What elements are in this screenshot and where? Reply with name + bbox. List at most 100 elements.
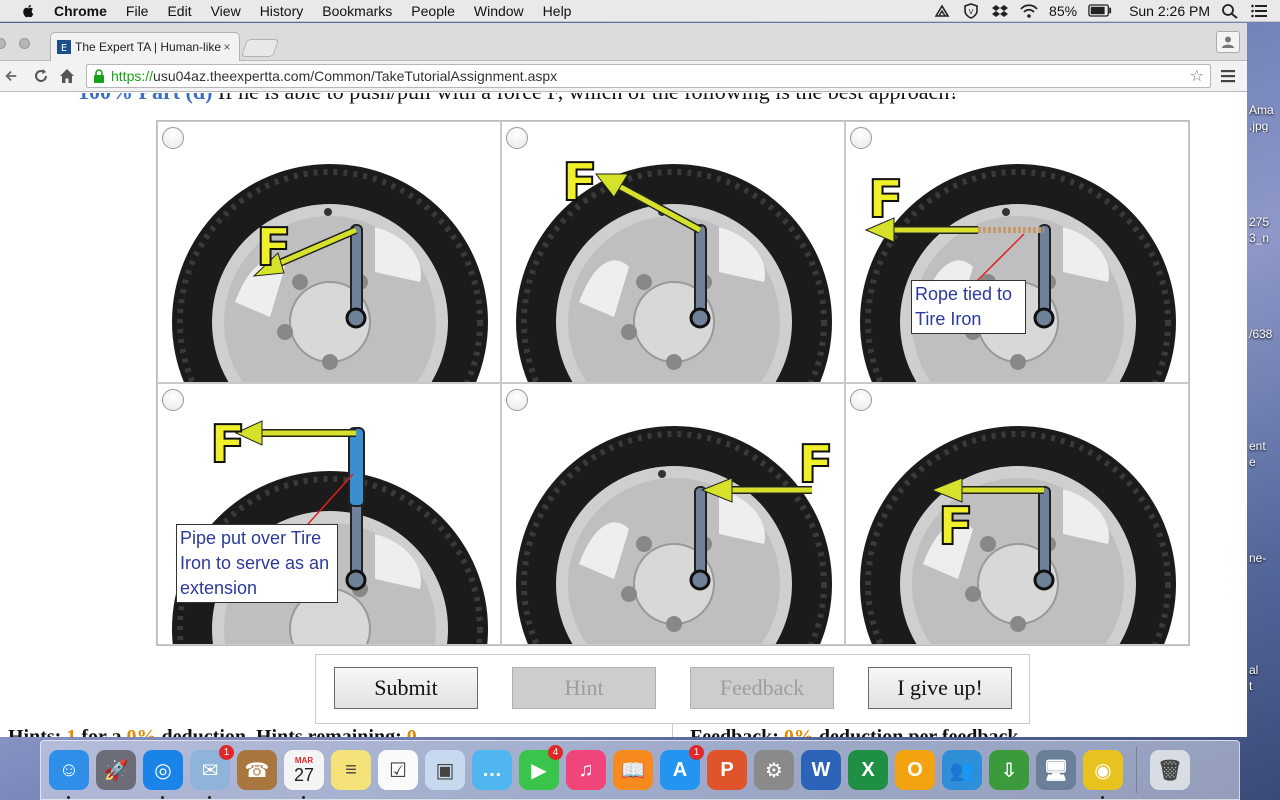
- dock-remote-desktop-icon[interactable]: 🖥: [1036, 750, 1076, 790]
- menu-view[interactable]: View: [211, 3, 241, 19]
- tab-close-icon[interactable]: ×: [221, 40, 233, 54]
- answer-radio-6[interactable]: [850, 389, 872, 411]
- answer-radio-4[interactable]: [162, 389, 184, 411]
- browser-toolbar: https://usu04az.theexpertta.com/Common/T…: [0, 61, 1247, 92]
- facetime-glyph: ▶: [531, 759, 547, 782]
- answer-radio-3[interactable]: [850, 127, 872, 149]
- dock-app-store-icon[interactable]: A1: [660, 745, 704, 790]
- expertta-favicon-icon: E: [57, 40, 71, 54]
- dock-system-preferences-icon[interactable]: ⚙: [754, 750, 794, 790]
- back-button[interactable]: [0, 65, 22, 87]
- answer-radio-1[interactable]: [162, 127, 184, 149]
- dock: ☺ 🚀 ◎ ✉ 1 ☎ MAR 27 ≡ ☑ ▣… ▶ 4 ♫ 📖 A 1 P ⚙ W X O 👥 ⇩ 🖥 ◉ 🗑: [40, 740, 1240, 800]
- desktop-file-label[interactable]: .jpg: [1249, 119, 1280, 133]
- dock-outlook-icon[interactable]: O: [895, 750, 935, 790]
- dock-chrome-icon[interactable]: ◉: [1083, 750, 1123, 799]
- menu-people[interactable]: People: [411, 3, 455, 19]
- trash-glyph: 🗑: [1157, 759, 1183, 782]
- close-window-button[interactable]: [0, 38, 6, 49]
- desktop-file-label[interactable]: ne-: [1249, 551, 1280, 565]
- give-up-button[interactable]: I give up!: [868, 667, 1012, 709]
- wifi-icon[interactable]: [1020, 3, 1038, 19]
- menu-window[interactable]: Window: [474, 3, 524, 19]
- desktop-file-label[interactable]: 275: [1249, 215, 1280, 229]
- minimize-window-button[interactable]: [19, 38, 30, 49]
- answer-option-2[interactable]: F: [501, 121, 845, 383]
- chrome-menu-icon[interactable]: [1220, 68, 1236, 84]
- new-tab-button[interactable]: [240, 39, 280, 57]
- menu-bar: Chrome File Edit View History Bookmarks …: [0, 0, 1280, 22]
- dock-excel-icon[interactable]: X: [848, 750, 888, 790]
- battery-icon[interactable]: [1088, 4, 1112, 17]
- submit-button[interactable]: Submit: [334, 667, 478, 709]
- running-indicator: [161, 796, 164, 799]
- menu-file[interactable]: File: [126, 3, 149, 19]
- hints-summary: Hints: 1 for a 0% deduction. Hints remai…: [8, 726, 417, 737]
- home-button[interactable]: [56, 65, 78, 87]
- dock-trash-icon[interactable]: 🗑: [1150, 750, 1190, 790]
- desktop-file-label[interactable]: t: [1249, 679, 1280, 693]
- answer-radio-5[interactable]: [506, 389, 528, 411]
- force-label: F: [798, 435, 834, 495]
- desktop-file-label[interactable]: al: [1249, 663, 1280, 677]
- shield-icon[interactable]: V: [962, 2, 980, 19]
- dock-preview-icon[interactable]: ▣: [425, 750, 465, 790]
- menu-help[interactable]: Help: [543, 3, 572, 19]
- desktop-file-label[interactable]: e: [1249, 455, 1280, 469]
- bookmark-star-icon[interactable]: ☆: [1190, 66, 1204, 86]
- menu-bookmarks[interactable]: Bookmarks: [322, 3, 392, 19]
- menu-history[interactable]: History: [260, 3, 304, 19]
- answer-options-grid: F F F Rope tied to Tire Iron F Pipe put …: [156, 120, 1190, 646]
- menu-clock[interactable]: Sun 2:26 PM: [1129, 3, 1210, 19]
- desktop-file-label[interactable]: /638: [1249, 327, 1280, 341]
- dock-finder-icon[interactable]: ☺: [49, 750, 89, 799]
- spotlight-search-icon[interactable]: [1221, 3, 1239, 19]
- reload-button[interactable]: [30, 65, 52, 87]
- dock-lync-icon[interactable]: 👥: [942, 750, 982, 790]
- dock-contacts-icon[interactable]: ☎: [237, 750, 277, 790]
- dock-reminders-icon[interactable]: ☑: [378, 750, 418, 790]
- desktop-file-label[interactable]: Ama: [1249, 103, 1280, 117]
- notes-glyph: ≡: [345, 758, 357, 781]
- dock-notes-icon[interactable]: ≡: [331, 750, 371, 790]
- hint-button[interactable]: Hint: [512, 667, 656, 709]
- answer-radio-2[interactable]: [506, 127, 528, 149]
- dock-ibooks-icon[interactable]: 📖: [613, 750, 653, 790]
- address-bar[interactable]: https://usu04az.theexpertta.com/Common/T…: [86, 64, 1211, 88]
- dock-itunes-icon[interactable]: ♫: [566, 750, 606, 790]
- profile-button[interactable]: [1216, 31, 1240, 53]
- dock-safari-icon[interactable]: ◎: [143, 750, 183, 799]
- dock-launchpad-icon[interactable]: 🚀: [96, 750, 136, 790]
- menu-edit[interactable]: Edit: [167, 3, 191, 19]
- tire-diagram-2: F: [516, 152, 832, 382]
- lync-glyph: 👥: [949, 759, 975, 782]
- dock-calendar-icon[interactable]: MAR 27: [284, 750, 324, 799]
- dropbox-icon[interactable]: [991, 3, 1009, 19]
- desktop-file-label[interactable]: 3_n: [1249, 231, 1280, 245]
- system-preferences-glyph: ⚙: [765, 759, 783, 782]
- dock-facetime-icon[interactable]: ▶ 4: [519, 745, 563, 790]
- answer-option-3[interactable]: F Rope tied to Tire Iron: [845, 121, 1189, 383]
- arrow-left-icon: [5, 71, 17, 81]
- desktop-file-label[interactable]: ent: [1249, 439, 1280, 453]
- feedback-button[interactable]: Feedback: [690, 667, 834, 709]
- url-path: usu04az.theexpertta.com/Common/TakeTutor…: [153, 68, 558, 84]
- drive-sync-icon[interactable]: [933, 3, 951, 19]
- answer-option-1[interactable]: F: [157, 121, 501, 383]
- question-part-label: 100% Part (d): [78, 93, 212, 104]
- menu-app-name[interactable]: Chrome: [54, 3, 107, 19]
- dock-network-icon[interactable]: ⇩: [989, 750, 1029, 790]
- dock-word-icon[interactable]: W: [801, 750, 841, 790]
- notification-center-icon[interactable]: [1250, 3, 1268, 19]
- tab-strip: E The Expert TA | Human-like ×: [0, 23, 1247, 61]
- answer-option-6[interactable]: F: [845, 383, 1189, 645]
- active-tab[interactable]: E The Expert TA | Human-like ×: [50, 32, 240, 61]
- dock-messages-icon[interactable]: …: [472, 750, 512, 790]
- apple-icon[interactable]: [20, 4, 38, 18]
- dock-powerpoint-icon[interactable]: P: [707, 750, 747, 790]
- dock-mail-icon[interactable]: ✉ 1: [190, 745, 234, 799]
- answer-option-4[interactable]: F Pipe put over Tire Iron to serve as an…: [157, 383, 501, 645]
- answer-option-5[interactable]: F: [501, 383, 845, 645]
- lock-icon[interactable]: [93, 69, 105, 83]
- app-store-badge: 1: [689, 745, 704, 760]
